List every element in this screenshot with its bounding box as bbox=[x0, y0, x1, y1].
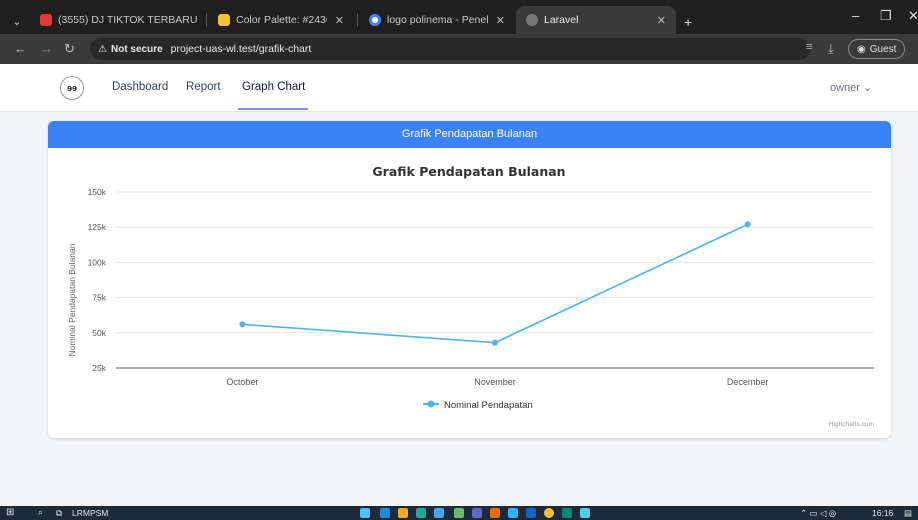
search-icon[interactable]: ⌕ bbox=[38, 507, 43, 518]
tab-title: Color Palette: #243642 #38747 bbox=[236, 14, 327, 26]
app-icon[interactable] bbox=[454, 508, 464, 518]
system-tray-icons[interactable]: ⌃ ▭ ◁ ◎ bbox=[800, 508, 836, 519]
y-tick-label: 125k bbox=[88, 222, 107, 232]
windows-start-icon[interactable]: ⊞ bbox=[6, 507, 14, 518]
reload-icon[interactable]: ↻ bbox=[64, 41, 75, 57]
os-taskbar: ⊞ ⌕ ⧉ LRMPSM ⌃ ▭ ◁ ◎ 16:16 ▤ bbox=[0, 506, 918, 520]
store-icon[interactable] bbox=[416, 508, 426, 518]
active-nav-indicator bbox=[238, 108, 308, 110]
globe-icon bbox=[526, 14, 538, 26]
weather-icon[interactable] bbox=[360, 508, 370, 518]
profile-button[interactable]: ◉ Guest bbox=[848, 39, 906, 59]
profile-icon: ◉ bbox=[857, 43, 866, 55]
data-point[interactable] bbox=[239, 321, 246, 328]
close-tab-icon[interactable]: ✕ bbox=[657, 14, 666, 27]
mail-icon[interactable] bbox=[434, 508, 444, 518]
y-tick-label: 25k bbox=[92, 363, 106, 373]
card-header: Grafik Pendapatan Bulanan bbox=[48, 121, 891, 148]
maximize-button[interactable]: ❐ bbox=[880, 8, 892, 24]
y-axis-title: Nominal Pendapatan Bulanan bbox=[67, 243, 77, 356]
revenue-chart: Grafik Pendapatan Bulanan 25k 50k 75k 100k 1… bbox=[67, 164, 874, 428]
y-tick-label: 150k bbox=[88, 187, 107, 197]
tab-divider bbox=[357, 13, 358, 27]
tab-search-button[interactable]: ⌄ bbox=[6, 8, 28, 36]
forward-icon[interactable]: → bbox=[40, 41, 53, 56]
app-icon[interactable] bbox=[562, 508, 572, 518]
chart-series[interactable] bbox=[239, 221, 751, 346]
back-icon[interactable]: ← bbox=[14, 41, 27, 56]
legend-label[interactable]: Nominal Pendapatan bbox=[444, 400, 533, 411]
legend-marker-symbol bbox=[427, 400, 435, 408]
close-tab-icon[interactable]: ✕ bbox=[335, 14, 344, 27]
nav-report[interactable]: Report bbox=[186, 81, 221, 93]
user-menu[interactable]: owner ⌄ bbox=[830, 81, 872, 94]
x-tick-label: December bbox=[727, 377, 769, 387]
tab-youtube[interactable]: (3555) DJ TIKTOK TERBARU 🔊 ✕ bbox=[30, 6, 202, 34]
vscode-icon[interactable] bbox=[526, 508, 536, 518]
close-tab-icon[interactable]: ✕ bbox=[496, 14, 505, 27]
x-tick-label: November bbox=[474, 377, 516, 387]
tab-google-search[interactable]: logo polinema - Penelusuran G ✕ bbox=[359, 6, 515, 34]
chart-card: Grafik Pendapatan Bulanan Grafik Pendapa… bbox=[48, 121, 891, 438]
tab-color-palette[interactable]: Color Palette: #243642 #38747 ✕ bbox=[208, 6, 354, 34]
minimize-button[interactable]: – bbox=[852, 8, 859, 23]
data-point[interactable] bbox=[744, 221, 751, 228]
app-icon[interactable] bbox=[472, 508, 482, 518]
profile-label: Guest bbox=[869, 43, 897, 55]
series-line[interactable] bbox=[242, 223, 749, 344]
tab-divider bbox=[206, 13, 207, 27]
palette-icon bbox=[218, 14, 230, 26]
chart-title: Grafik Pendapatan Bulanan bbox=[372, 164, 565, 179]
y-axis-labels: 25k 50k 75k 100k 125k 150k bbox=[88, 187, 107, 373]
new-tab-button[interactable]: + bbox=[678, 8, 698, 36]
notification-icon[interactable]: ▤ bbox=[904, 508, 912, 519]
app-icon[interactable] bbox=[508, 508, 518, 518]
y-tick-label: 100k bbox=[88, 257, 107, 267]
chrome-icon[interactable] bbox=[544, 508, 554, 518]
close-window-button[interactable]: ✕ bbox=[908, 8, 918, 24]
taskbar-label[interactable]: LRMPSM bbox=[72, 508, 108, 518]
download-icon[interactable]: ⤓ bbox=[828, 41, 834, 57]
tab-title: Laravel bbox=[544, 14, 579, 26]
warning-icon: ⚠ bbox=[98, 43, 107, 55]
chart-credits[interactable]: Highcharts.com bbox=[829, 421, 874, 428]
youtube-icon bbox=[40, 14, 52, 26]
nav-graph-chart[interactable]: Graph Chart bbox=[242, 81, 305, 93]
browser-tab-bar: ⌄ (3555) DJ TIKTOK TERBARU 🔊 ✕ Color Pal… bbox=[0, 0, 918, 34]
edge-icon[interactable] bbox=[380, 508, 390, 518]
file-explorer-icon[interactable] bbox=[398, 508, 408, 518]
app-icon[interactable] bbox=[490, 508, 500, 518]
y-tick-label: 50k bbox=[92, 328, 106, 338]
tab-laravel[interactable]: Laravel ✕ bbox=[516, 6, 676, 34]
app-icon[interactable] bbox=[580, 508, 590, 518]
app-logo[interactable]: ɘɘ bbox=[60, 76, 84, 100]
app-navbar: ɘɘ Dashboard Report Graph Chart owner ⌄ bbox=[0, 64, 918, 112]
task-view-icon[interactable]: ⧉ bbox=[56, 508, 62, 519]
security-label[interactable]: Not secure bbox=[111, 44, 163, 55]
clock[interactable]: 16:16 bbox=[872, 508, 893, 518]
chart-legend[interactable]: Nominal Pendapatan bbox=[423, 400, 533, 411]
address-toolbar: ← → ↻ ⚠ Not secure project-uas-wl.test/g… bbox=[0, 34, 918, 64]
tab-title: logo polinema - Penelusuran G bbox=[387, 14, 488, 26]
x-axis-labels: October November December bbox=[226, 377, 768, 387]
reader-icon[interactable]: ≡ bbox=[806, 41, 812, 53]
address-bar[interactable]: ⚠ Not secure project-uas-wl.test/grafik-… bbox=[90, 38, 810, 60]
tab-title: (3555) DJ TIKTOK TERBARU bbox=[58, 14, 198, 26]
data-point[interactable] bbox=[492, 339, 498, 346]
url-text[interactable]: project-uas-wl.test/grafik-chart bbox=[171, 43, 312, 55]
google-icon bbox=[369, 14, 381, 26]
y-tick-label: 75k bbox=[92, 293, 106, 303]
x-tick-label: October bbox=[226, 377, 258, 387]
nav-dashboard[interactable]: Dashboard bbox=[112, 81, 168, 93]
